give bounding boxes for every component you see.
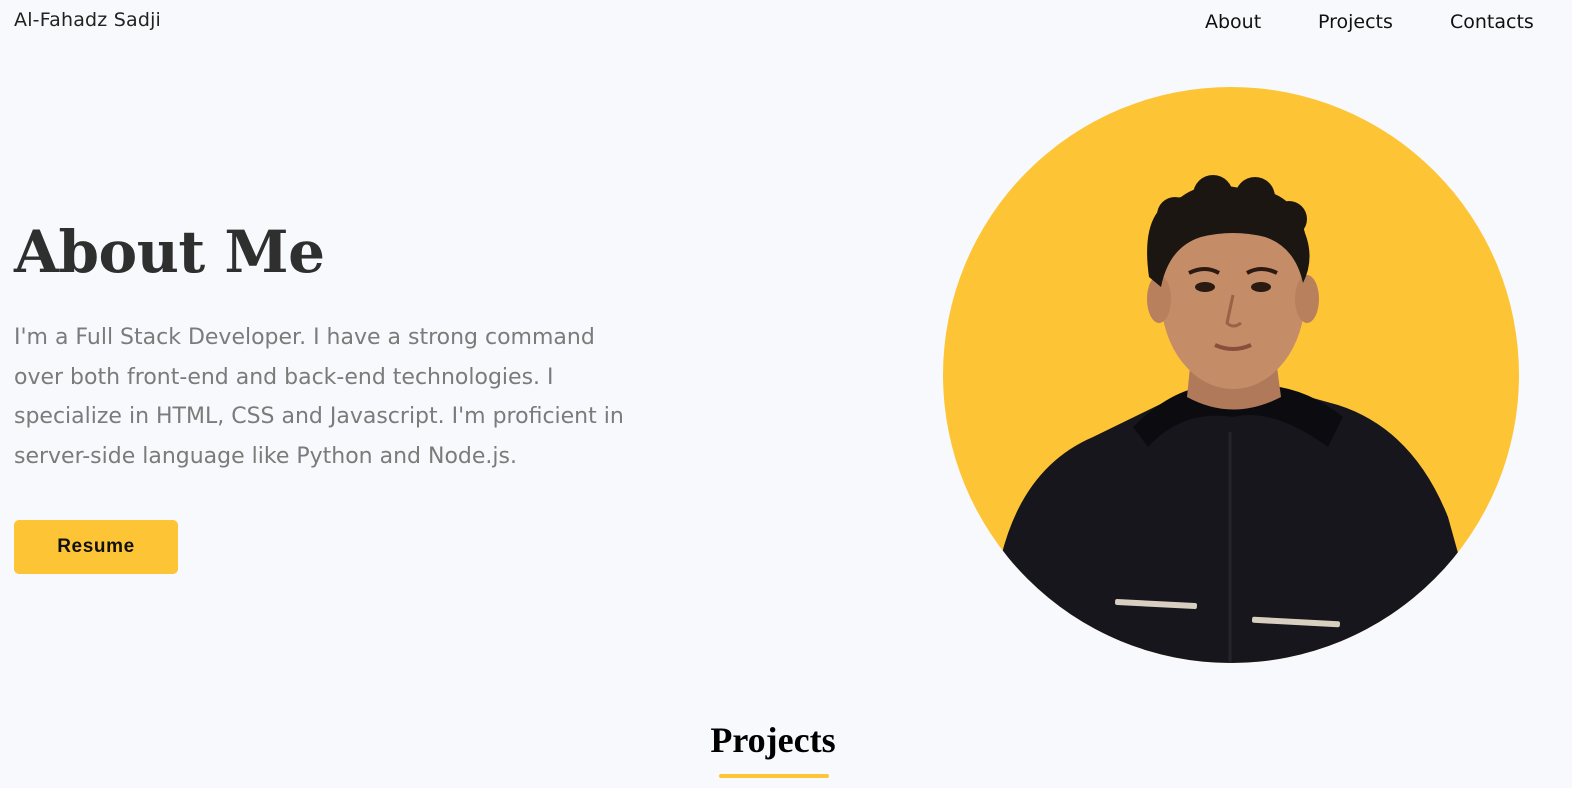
nav-link-about[interactable]: About <box>1205 11 1261 33</box>
navbar: Al-Fahadz Sadji About Projects Contacts <box>0 0 1572 46</box>
person-icon <box>983 175 1483 663</box>
projects-title: Projects <box>710 720 836 760</box>
resume-button[interactable]: Resume <box>14 520 178 574</box>
nav-link-contacts[interactable]: Contacts <box>1450 11 1534 33</box>
profile-photo <box>943 87 1519 663</box>
about-title: About Me <box>14 218 325 286</box>
about-description: I'm a Full Stack Developer. I have a str… <box>14 325 624 469</box>
projects-title-underline <box>719 774 829 778</box>
brand-name[interactable]: Al-Fahadz Sadji <box>14 9 161 31</box>
nav-link-projects[interactable]: Projects <box>1318 11 1393 33</box>
